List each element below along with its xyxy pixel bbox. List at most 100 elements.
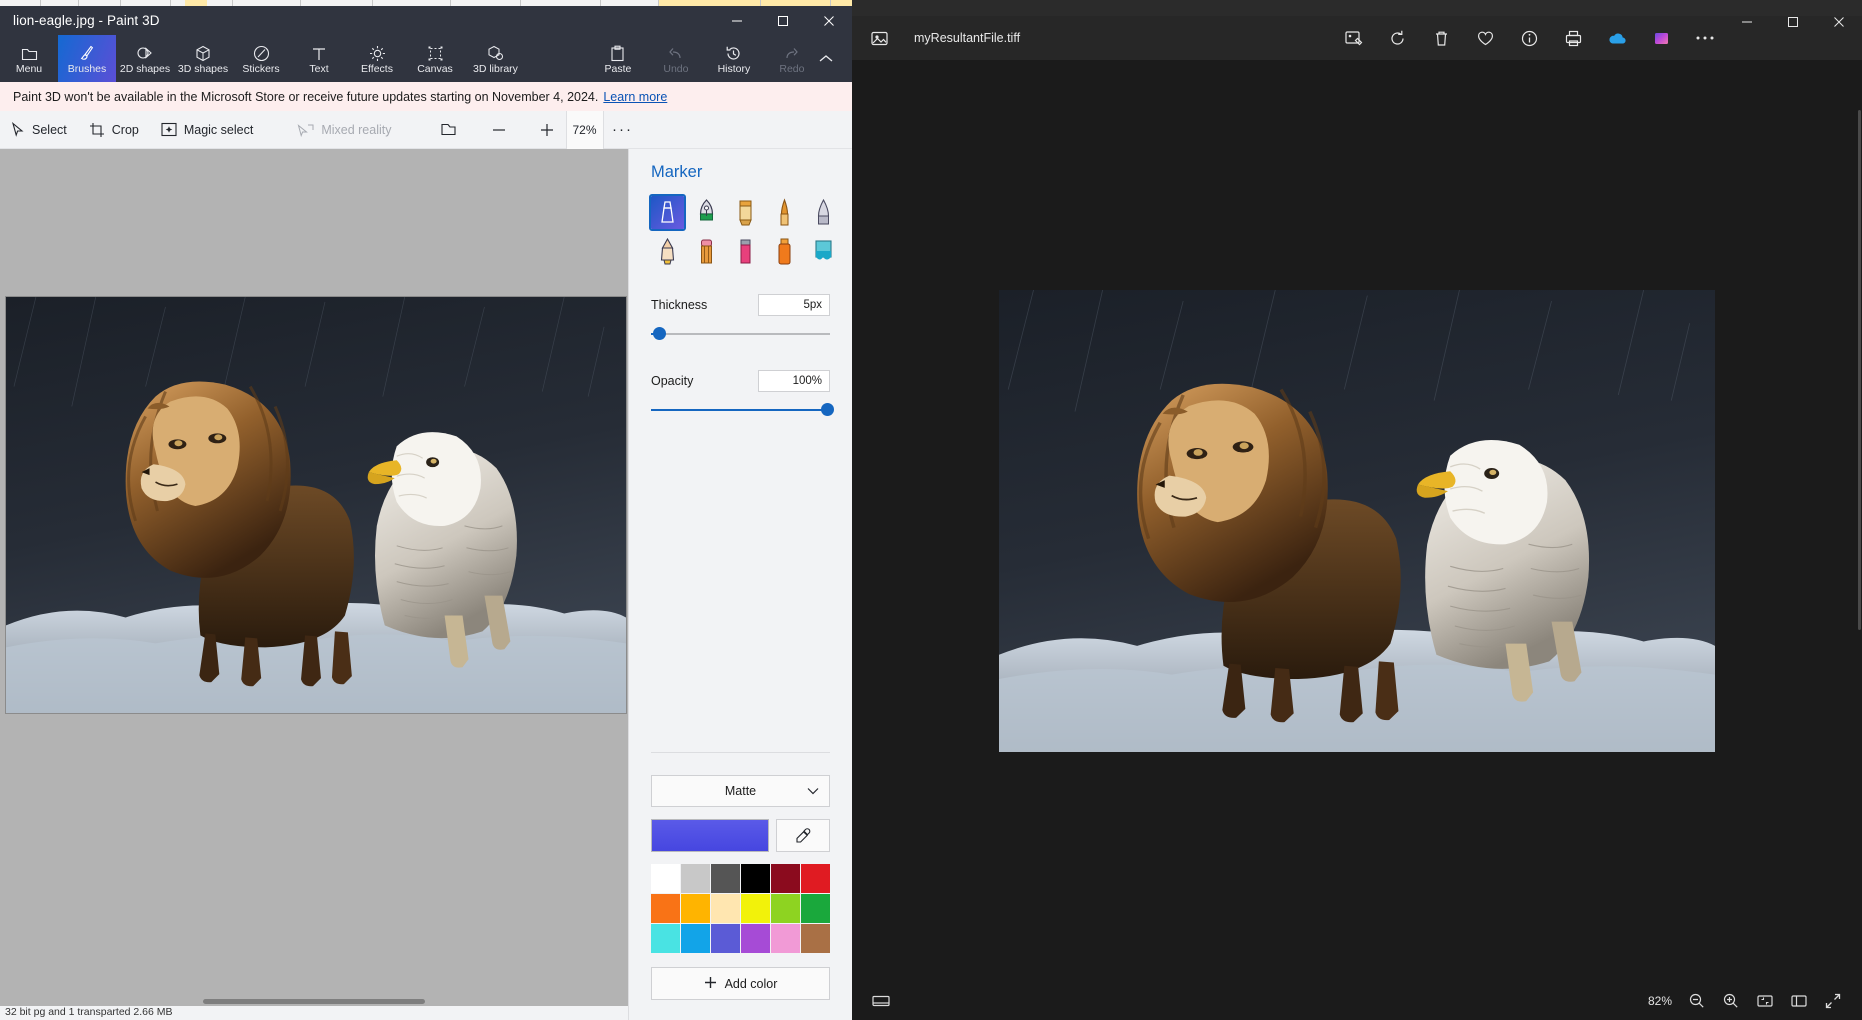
swatch[interactable]: [741, 924, 770, 953]
thickness-knob[interactable]: [652, 327, 666, 340]
brush-calligraphy-brush[interactable]: [729, 196, 762, 229]
favorite-icon[interactable]: [1468, 21, 1502, 55]
swatch[interactable]: [771, 894, 800, 923]
close-icon[interactable]: [806, 6, 852, 35]
paint-3d-canvas-area[interactable]: 32 bit pg and 1 transparted 2.66 MB: [0, 149, 628, 1020]
maximize-icon[interactable]: [760, 6, 806, 35]
swatch[interactable]: [741, 864, 770, 893]
swatch[interactable]: [711, 924, 740, 953]
material-select[interactable]: Matte: [651, 775, 830, 807]
ribbon-item-history[interactable]: History: [705, 35, 763, 82]
ribbon-label: Effects: [361, 63, 393, 75]
swatch[interactable]: [711, 864, 740, 893]
zoom-level-value[interactable]: 72%: [565, 110, 604, 149]
filmstrip-icon[interactable]: [866, 986, 896, 1016]
thickness-row: Thickness 5px: [651, 294, 830, 316]
canvas-horizontal-scrollbar[interactable]: [0, 997, 628, 1006]
print-icon[interactable]: [1556, 21, 1590, 55]
brush-marker[interactable]: [649, 194, 686, 231]
opacity-input[interactable]: 100%: [758, 370, 830, 392]
color-palette: [651, 864, 830, 953]
swatch[interactable]: [801, 894, 830, 923]
ribbon-label: 2D shapes: [119, 63, 171, 75]
zoom-out-button[interactable]: [480, 111, 518, 149]
swatch[interactable]: [771, 924, 800, 953]
fullscreen-icon[interactable]: [1818, 986, 1848, 1016]
opacity-knob[interactable]: [821, 403, 835, 416]
info-icon[interactable]: [1512, 21, 1546, 55]
photos-vertical-scrollbar[interactable]: [1857, 60, 1862, 982]
folder-icon: [21, 42, 38, 62]
ribbon-item-menu[interactable]: Menu: [0, 35, 58, 82]
photos-window: myResultantFile.tiff 82%: [852, 0, 1862, 1020]
ribbon-item-effects[interactable]: Effects: [348, 35, 406, 82]
photos-filename: myResultantFile.tiff: [914, 31, 1021, 45]
brush-eraser[interactable]: [729, 235, 762, 268]
banner-learn-more-link[interactable]: Learn more: [603, 90, 667, 104]
ribbon-label: Canvas: [417, 63, 453, 75]
thickness-input[interactable]: 5px: [758, 294, 830, 316]
current-color-swatch[interactable]: [651, 819, 769, 852]
ribbon-item-3d-shapes[interactable]: 3D shapes: [174, 35, 232, 82]
photo-icon[interactable]: [862, 21, 896, 55]
delete-icon[interactable]: [1424, 21, 1458, 55]
edit-image-icon[interactable]: [1336, 21, 1370, 55]
opacity-slider[interactable]: [651, 400, 835, 420]
collapse-ribbon-icon[interactable]: [808, 35, 844, 82]
swatch[interactable]: [771, 864, 800, 893]
swatch[interactable]: [681, 894, 710, 923]
swatch[interactable]: [681, 924, 710, 953]
swatch[interactable]: [651, 924, 680, 953]
zoom-in-button[interactable]: [528, 111, 566, 149]
swatch[interactable]: [681, 864, 710, 893]
brush-watercolor[interactable]: [807, 196, 840, 229]
rotate-icon[interactable]: [1380, 21, 1414, 55]
ribbon-item-canvas[interactable]: Canvas: [406, 35, 464, 82]
scrollbar-thumb[interactable]: [203, 999, 425, 1004]
swatch[interactable]: [741, 894, 770, 923]
swatch[interactable]: [801, 924, 830, 953]
add-color-button[interactable]: Add color: [651, 967, 830, 1000]
swatch[interactable]: [711, 894, 740, 923]
gallery-icon[interactable]: [1644, 21, 1678, 55]
minimize-icon[interactable]: [714, 6, 760, 35]
eyedropper-icon[interactable]: [776, 819, 830, 852]
photos-image-stage[interactable]: [852, 60, 1862, 982]
brush-calligraphy-pen[interactable]: [690, 196, 723, 229]
thickness-slider[interactable]: [651, 324, 830, 344]
ribbon-item-text[interactable]: Text: [290, 35, 348, 82]
brush-spray-can[interactable]: [768, 235, 801, 268]
ribbon-item-paste[interactable]: Paste: [589, 35, 647, 82]
panel-title: Marker: [651, 163, 703, 181]
ribbon-item-stickers[interactable]: Stickers: [232, 35, 290, 82]
brush-pencil[interactable]: [690, 235, 723, 268]
magic-select-button[interactable]: Magic select: [150, 111, 264, 149]
photos-toolbar: myResultantFile.tiff: [852, 16, 1862, 60]
brush-fill[interactable]: [807, 235, 840, 268]
paint-3d-ribbon: Menu Brushes 2D shapes 3D shapes Sticker: [0, 35, 852, 82]
swatch[interactable]: [651, 894, 680, 923]
swatch[interactable]: [651, 864, 680, 893]
ribbon-item-brushes[interactable]: Brushes: [58, 35, 116, 82]
photos-artwork[interactable]: [999, 290, 1715, 752]
swatch[interactable]: [801, 864, 830, 893]
select-tool-button[interactable]: Select: [0, 111, 78, 149]
more-icon[interactable]: [1688, 21, 1722, 55]
subbar-more-button[interactable]: ···: [604, 111, 642, 149]
ribbon-item-3d-library[interactable]: 3D library: [464, 35, 527, 82]
onedrive-icon[interactable]: [1600, 21, 1634, 55]
canvas-artwork[interactable]: [5, 296, 627, 714]
fit-to-window-icon[interactable]: [1750, 986, 1780, 1016]
crop-tool-button[interactable]: Crop: [78, 111, 150, 149]
view-3d-button[interactable]: [429, 111, 468, 149]
brush-pixel-pen[interactable]: [651, 235, 684, 268]
brush-oil-brush[interactable]: [768, 196, 801, 229]
zoom-in-icon[interactable]: [1716, 986, 1746, 1016]
compare-icon[interactable]: [1784, 986, 1814, 1016]
scrollbar-thumb[interactable]: [1858, 110, 1861, 630]
minimize-icon[interactable]: [1724, 0, 1770, 44]
zoom-out-icon[interactable]: [1682, 986, 1712, 1016]
close-icon[interactable]: [1816, 0, 1862, 44]
maximize-icon[interactable]: [1770, 0, 1816, 44]
ribbon-item-2d-shapes[interactable]: 2D shapes: [116, 35, 174, 82]
